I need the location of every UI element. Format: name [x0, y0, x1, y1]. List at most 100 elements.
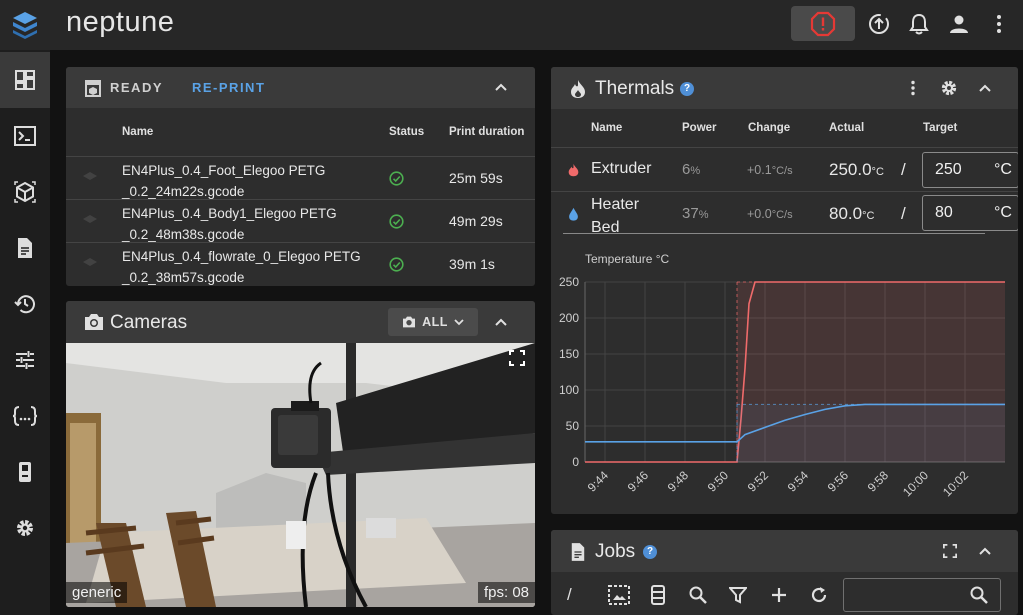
- target-separator: /: [901, 204, 906, 223]
- heater-row-bed[interactable]: Heater Bed 37% +0.0°C/s 80.0°C / 80 °C: [551, 191, 1018, 236]
- tune-icon: [16, 351, 34, 369]
- y-tick-label: 200: [559, 311, 579, 325]
- column-header-power[interactable]: Power: [682, 122, 717, 134]
- success-check-icon: [389, 257, 404, 272]
- print-duration: 49m 29s: [449, 213, 503, 229]
- column-header-name[interactable]: Name: [591, 122, 622, 134]
- column-header-duration[interactable]: Print duration: [449, 126, 524, 138]
- heater-power: 6%: [682, 161, 701, 178]
- sidebar: [0, 50, 50, 615]
- camera-icon: [85, 314, 103, 330]
- status-card-header: READY RE-PRINT: [66, 67, 535, 108]
- table-row[interactable]: EN4Plus_0.4_flowrate_0_Elegoo PETG _0.2_3…: [66, 242, 535, 285]
- column-header-actual[interactable]: Actual: [829, 122, 864, 134]
- jobs-title: Jobs: [595, 541, 636, 562]
- sidebar-item-console[interactable]: [0, 108, 50, 164]
- collapse-chevron-icon[interactable]: [978, 83, 992, 93]
- sidebar-item-devices[interactable]: [0, 444, 50, 500]
- x-tick-label: 9:52: [745, 468, 772, 495]
- gcode-viewer-icon: [14, 181, 36, 203]
- sidebar-item-settings[interactable]: [0, 500, 50, 556]
- thermals-card: Thermals ? Name Power Change Actual Targ…: [551, 67, 1018, 514]
- refresh-icon[interactable]: [807, 582, 831, 608]
- file-thumbnail-icon: [82, 171, 98, 185]
- add-icon[interactable]: [767, 582, 791, 608]
- user-icon[interactable]: [945, 10, 973, 38]
- more-vertical-icon[interactable]: [985, 10, 1013, 38]
- collapse-chevron-icon[interactable]: [978, 546, 992, 556]
- y-tick-label: 100: [559, 383, 579, 397]
- help-icon[interactable]: ?: [643, 545, 657, 559]
- bed-water-drop-icon: [569, 207, 578, 221]
- collapse-chevron-icon[interactable]: [494, 317, 508, 327]
- file-name: EN4Plus_0.4_Body1_Elegoo PETG _0.2_48m38s…: [122, 206, 337, 242]
- fullscreen-icon[interactable]: [509, 350, 525, 366]
- y-tick-label: 50: [566, 419, 580, 433]
- column-header-name[interactable]: Name: [122, 126, 153, 138]
- jobs-search-input[interactable]: [843, 578, 1001, 612]
- target-unit: °C: [994, 161, 1012, 178]
- jobs-path[interactable]: /: [567, 585, 572, 605]
- temperature-chart[interactable]: Temperature °C 0 50 100 150 200 250 9:44 9:46 9:4…: [551, 247, 1018, 514]
- file-document-icon: [571, 543, 585, 561]
- search-icon[interactable]: [686, 582, 710, 608]
- target-value: 250: [935, 161, 962, 178]
- sidebar-item-macros[interactable]: [0, 388, 50, 444]
- reprint-button[interactable]: RE-PRINT: [192, 80, 265, 95]
- column-header-change[interactable]: Change: [748, 122, 790, 134]
- columns-icon[interactable]: [646, 582, 670, 608]
- emergency-stop-button[interactable]: [791, 6, 855, 41]
- success-check-icon: [389, 214, 404, 229]
- extruder-fire-icon: [568, 163, 579, 177]
- camera-name-label: generic: [66, 582, 128, 603]
- heater-name: Extruder: [591, 160, 652, 177]
- help-icon[interactable]: ?: [680, 82, 694, 96]
- settings-icon[interactable]: [940, 79, 958, 97]
- extruder-target-input[interactable]: 250 °C: [922, 152, 1018, 188]
- y-tick-label: 0: [572, 455, 579, 469]
- printer-state-label: READY: [110, 80, 164, 95]
- target-unit: °C: [994, 204, 1012, 221]
- top-bar: neptune: [0, 0, 1023, 50]
- sidebar-item-history[interactable]: [0, 276, 50, 332]
- target-separator: /: [901, 160, 906, 179]
- camera-fps-label: fps: 08: [477, 582, 535, 603]
- thermals-card-header: Thermals ?: [551, 67, 1018, 109]
- y-axis-label: Temperature °C: [585, 252, 669, 266]
- sidebar-item-files[interactable]: [0, 220, 50, 276]
- sidebar-item-tune[interactable]: [0, 332, 50, 388]
- chevron-down-icon: [454, 319, 464, 326]
- jobs-card-header: Jobs ?: [551, 530, 1018, 572]
- notification-bell-icon[interactable]: [905, 10, 933, 38]
- camera-filter-label: ALL: [422, 315, 448, 329]
- cameras-card: Cameras ALL generic fps: 08: [66, 301, 535, 607]
- select-all-icon[interactable]: [607, 582, 631, 608]
- sidebar-item-dashboard[interactable]: [0, 52, 50, 108]
- table-row[interactable]: EN4Plus_0.4_Foot_Elegoo PETG _0.2_24m22s.…: [66, 156, 535, 199]
- logo-icon[interactable]: [0, 0, 50, 50]
- camera-stream[interactable]: generic fps: 08: [66, 343, 535, 607]
- y-tick-label: 150: [559, 347, 579, 361]
- search-icon: [970, 586, 988, 604]
- more-vertical-icon[interactable]: [910, 80, 916, 96]
- x-tick-label: 9:46: [625, 468, 652, 495]
- column-header-target[interactable]: Target: [923, 122, 957, 134]
- fullscreen-icon[interactable]: [943, 544, 957, 558]
- x-tick-label: 9:50: [705, 468, 732, 495]
- heater-row-extruder[interactable]: Extruder 6% +0.1°C/s 250.0°C / 250 °C: [551, 147, 1018, 191]
- table-row[interactable]: EN4Plus_0.4_Body1_Elegoo PETG _0.2_48m38s…: [66, 199, 535, 242]
- filter-icon[interactable]: [726, 582, 750, 608]
- success-check-icon: [389, 171, 404, 186]
- x-tick-label: 10:00: [900, 468, 931, 499]
- update-icon[interactable]: [865, 10, 893, 38]
- bed-target-input[interactable]: 80 °C: [922, 195, 1018, 231]
- heater-actual-temp: 80.0°C: [829, 204, 875, 223]
- device-icon: [19, 462, 31, 482]
- column-header-status[interactable]: Status: [389, 126, 424, 138]
- file-name: EN4Plus_0.4_flowrate_0_Elegoo PETG _0.2_3…: [122, 249, 361, 285]
- collapse-chevron-icon[interactable]: [494, 82, 508, 92]
- camera-filter-button[interactable]: ALL: [388, 308, 478, 336]
- sidebar-item-gcode-viewer[interactable]: [0, 164, 50, 220]
- printer-icon: [85, 80, 101, 97]
- file-name: EN4Plus_0.4_Foot_Elegoo PETG _0.2_24m22s.…: [122, 163, 326, 199]
